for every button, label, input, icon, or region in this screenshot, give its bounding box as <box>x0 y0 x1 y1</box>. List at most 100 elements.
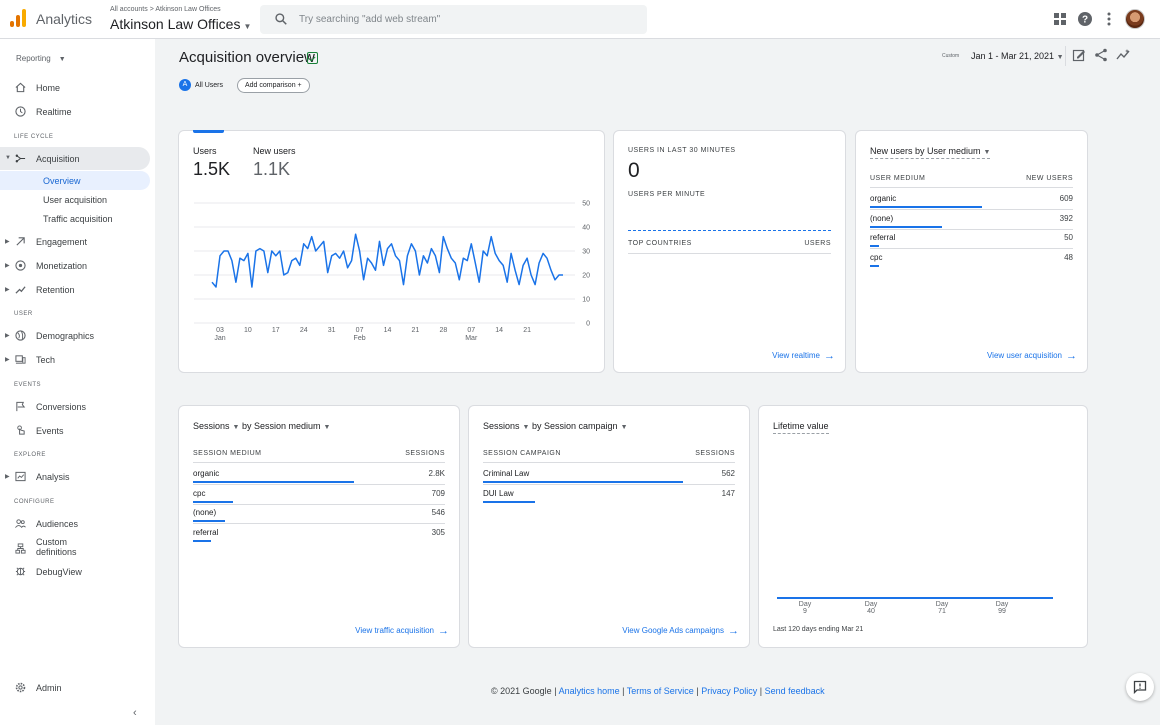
sidebar-item-label: Conversions <box>36 402 87 412</box>
sidebar-item-user-acquisition[interactable]: User acquisition <box>0 190 150 209</box>
dimension-dropdown[interactable]: by Session campaign ▼ <box>532 421 628 431</box>
date-range-picker[interactable]: Jan 1 - Mar 21, 2021 ▼ <box>971 51 1064 61</box>
dimension-dropdown[interactable]: New users by User medium ▼ <box>870 146 991 159</box>
table-row-label: organic <box>193 469 220 478</box>
caret-down-icon: ▼ <box>620 424 628 431</box>
sidebar-item-label: Home <box>36 83 61 93</box>
x-tick-label: 17 <box>272 327 280 334</box>
view-google-ads-campaigns-link[interactable]: View Google Ads campaigns → <box>622 625 739 637</box>
share-icon[interactable] <box>1094 48 1108 62</box>
x-tick-label-number: 71 <box>938 608 946 615</box>
metric-dropdown[interactable]: Sessions ▼ <box>483 421 529 431</box>
x-tick-label: 21 <box>523 327 531 334</box>
x-tick-label: 07 <box>356 327 364 334</box>
caret-down-icon: ▼ <box>1056 54 1064 61</box>
table-row-label: Criminal Law <box>483 469 530 478</box>
table-row-share-bar <box>870 264 879 267</box>
users-line-chart[interactable]: 50 40 30 20 10 0 03 10 17 24 31 07 14 21 28 07 14 21 Jan Fe… <box>179 131 606 374</box>
sidebar-item-events[interactable]: Events <box>0 419 150 442</box>
plus-icon: + <box>297 82 302 89</box>
dropdown-label: New users by User medium <box>870 146 981 156</box>
analytics-logo-icon[interactable] <box>10 9 26 27</box>
product-name[interactable]: Analytics <box>36 11 92 27</box>
verified-check-icon[interactable] <box>307 52 318 64</box>
account-breadcrumb[interactable]: All accounts > Atkinson Law Offices <box>110 6 221 13</box>
sidebar-item-acquisition[interactable]: ▼ Acquisition <box>0 147 150 170</box>
lifetime-value-line <box>777 597 1053 599</box>
home-icon <box>15 82 26 93</box>
view-user-acquisition-link[interactable]: View user acquisition → <box>987 350 1077 362</box>
feedback-chat-button[interactable] <box>1126 673 1154 701</box>
view-traffic-acquisition-link[interactable]: View traffic acquisition → <box>355 625 449 637</box>
dropdown-label: by Session medium <box>242 421 321 431</box>
sidebar-item-admin[interactable]: Admin <box>0 676 150 699</box>
x-tick-label: Day 9 <box>798 601 812 615</box>
caret-down-icon: ▼ <box>983 149 991 156</box>
row-divider <box>483 484 735 485</box>
top-app-bar: Analytics All accounts > Atkinson Law Of… <box>0 0 1160 39</box>
table-row-value: 546 <box>431 508 445 517</box>
analytics-home-link[interactable]: Analytics home <box>559 686 620 696</box>
sidebar-item-demographics[interactable]: ▶ Demographics <box>0 324 150 347</box>
sidebar-item-traffic-acquisition[interactable]: Traffic acquisition <box>0 209 150 228</box>
x-tick-label: 14 <box>495 327 503 334</box>
add-comparison-button[interactable]: Add comparison + <box>237 78 310 93</box>
sidebar-item-home[interactable]: Home <box>0 76 150 99</box>
account-picker[interactable]: Atkinson Law Offices ▼ <box>110 16 251 32</box>
devices-icon <box>15 355 26 364</box>
sidebar-item-acquisition-overview[interactable]: Overview <box>0 171 150 190</box>
reporting-dropdown[interactable]: Reporting ▼ <box>16 54 66 63</box>
clock-icon <box>15 106 26 117</box>
x-tick-label: 14 <box>384 327 392 334</box>
expand-arrow-icon: ▼ <box>5 155 11 161</box>
y-tick-label: 10 <box>582 297 590 304</box>
metric-dropdown[interactable]: Sessions ▼ <box>193 421 239 431</box>
divider <box>870 187 1073 188</box>
table-row-value: 2.8K <box>428 469 445 478</box>
users-series-line[interactable] <box>211 233 563 288</box>
table-row-value: 609 <box>1059 194 1073 203</box>
table-row-label: (none) <box>193 508 217 517</box>
reporting-label: Reporting <box>16 54 51 63</box>
users-column-header: USERS <box>804 240 831 247</box>
sidebar-item-retention[interactable]: ▶ Retention <box>0 278 150 301</box>
arrow-right-icon: → <box>1066 350 1077 362</box>
avatar[interactable] <box>1125 9 1145 29</box>
privacy-policy-link[interactable]: Privacy Policy <box>701 686 757 696</box>
caret-down-icon: ▼ <box>58 56 66 63</box>
terms-of-service-link[interactable]: Terms of Service <box>627 686 694 696</box>
dropdown-label: by Session campaign <box>532 421 618 431</box>
expand-arrow-icon: ▶ <box>5 263 10 269</box>
collapse-sidebar-chevron-icon[interactable]: ‹ <box>133 707 137 719</box>
sessions-header: SESSIONS <box>405 450 445 457</box>
sidebar-item-realtime[interactable]: Realtime <box>0 100 150 123</box>
customize-report-icon[interactable] <box>1072 48 1086 62</box>
segment-chip-all-users[interactable]: A All Users <box>179 79 223 93</box>
help-icon[interactable]: ? <box>1077 11 1093 27</box>
view-realtime-link[interactable]: View realtime → <box>772 350 835 362</box>
row-divider <box>193 484 445 485</box>
sidebar-item-engagement[interactable]: ▶ Engagement <box>0 230 150 253</box>
sidebar-item-debugview[interactable]: DebugView <box>0 560 150 583</box>
sidebar-item-audiences[interactable]: Audiences <box>0 512 150 535</box>
dimension-dropdown[interactable]: by Session medium ▼ <box>242 421 330 431</box>
search-bar[interactable]: Try searching "add web stream" <box>260 5 647 34</box>
lifetime-value-title[interactable]: Lifetime value <box>773 421 829 434</box>
date-range-value: Jan 1 - Mar 21, 2021 <box>971 51 1055 61</box>
sidebar-item-label: Demographics <box>36 331 95 341</box>
expand-arrow-icon: ▶ <box>5 333 10 339</box>
divider <box>193 462 445 463</box>
sidebar-item-custom-definitions[interactable]: Custom definitions <box>0 535 150 563</box>
send-feedback-link[interactable]: Send feedback <box>765 686 825 696</box>
more-vert-icon[interactable] <box>1101 11 1117 27</box>
sidebar-item-label: Overview <box>43 176 81 186</box>
search-input[interactable]: Try searching "add web stream" <box>299 14 440 25</box>
monetization-icon <box>15 260 26 271</box>
section-events: EVENTS <box>14 382 42 388</box>
apps-grid-icon[interactable] <box>1052 11 1068 27</box>
sidebar-item-analysis[interactable]: ▶ Analysis <box>0 465 150 488</box>
sidebar-item-conversions[interactable]: Conversions <box>0 395 150 418</box>
insights-icon[interactable] <box>1116 48 1130 62</box>
sidebar-item-monetization[interactable]: ▶ Monetization <box>0 254 150 277</box>
sidebar-item-tech[interactable]: ▶ Tech <box>0 348 150 371</box>
